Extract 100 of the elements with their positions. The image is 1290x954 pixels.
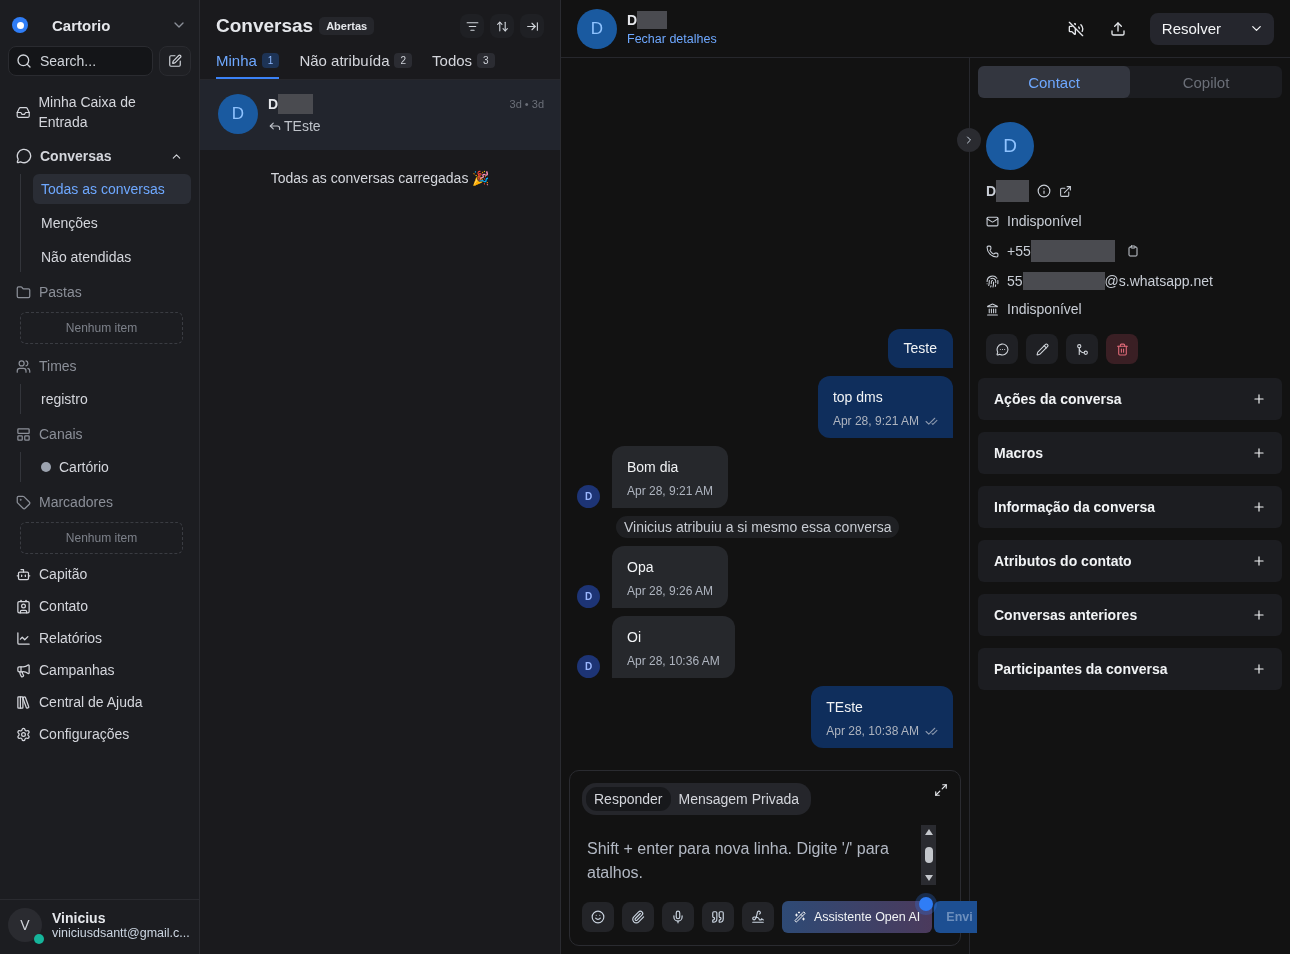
wand-icon [794, 911, 806, 923]
nav-link[interactable]: Minha Caixa de Entrada [8, 86, 191, 138]
identifier-suffix: @s.whatsapp.net [1104, 273, 1213, 289]
mute-icon [1067, 20, 1084, 37]
contact-avatar: D [986, 122, 1034, 170]
conversation-item[interactable]: D D 3d • 3d TEste [200, 80, 560, 150]
nav-link[interactable]: Relatórios [8, 622, 191, 654]
mail-icon [986, 214, 999, 228]
account-name: Cartorio [52, 16, 112, 34]
contact-company: Indisponível [1007, 301, 1082, 317]
contact-phone: +55 [1007, 243, 1031, 259]
nav-icon [16, 598, 31, 614]
expand-icon [934, 783, 948, 797]
redaction-block [278, 94, 314, 114]
accordion-header[interactable]: Ações da conversa [978, 378, 1282, 420]
close-details-link[interactable]: Fechar detalhes [627, 31, 717, 46]
panel-toggle-button[interactable] [957, 128, 981, 152]
tab-count: 3 [477, 53, 495, 68]
outgoing-message: TEste Apr 28, 10:38 AM [811, 686, 953, 748]
nav-subitem[interactable]: Não atendidas [33, 242, 191, 272]
filter-icon [465, 19, 479, 33]
filter-tab[interactable]: Não atribuída 2 [299, 46, 413, 79]
trash-icon [1115, 342, 1129, 356]
accordion-header[interactable]: Atributos do contato [978, 540, 1282, 582]
pencil-square-icon [168, 54, 182, 68]
identifier-icon [986, 274, 999, 288]
nav-section[interactable]: Marcadores [8, 484, 191, 520]
quote-icon [711, 910, 725, 924]
activity-message: Vinicius atribuiu a si mesmo essa conversa [616, 516, 900, 538]
nav-icon [16, 426, 31, 442]
accordion-header[interactable]: Participantes da conversa [978, 648, 1282, 690]
scrollbar-thumb[interactable] [924, 847, 933, 863]
assistant-button[interactable]: Assistente Open AI [782, 901, 933, 933]
edit-button[interactable] [1026, 334, 1058, 364]
user-avatar: V [8, 908, 42, 942]
chat-bubble-icon [995, 342, 1009, 356]
resolve-button[interactable]: Resolver [1149, 12, 1274, 45]
list-title: Conversas [216, 15, 314, 37]
filter-tab[interactable]: Todos 3 [432, 46, 495, 79]
smiley-icon [591, 910, 605, 924]
nav-icon [16, 566, 31, 582]
contact-name: D [627, 11, 638, 28]
user-email: viniciusdsantt@gmail.c... [52, 926, 190, 940]
incoming-message: Bom dia Apr 28, 9:21 AM [612, 446, 729, 508]
toolbar-button[interactable] [662, 902, 694, 932]
sort-icon [495, 19, 509, 33]
nav-subitem[interactable]: registro [33, 384, 191, 414]
toolbar-button[interactable] [622, 902, 654, 932]
accordion-header[interactable]: Conversas anteriores [978, 594, 1282, 636]
phone-icon [986, 244, 999, 258]
empty-note: Nenhum item [65, 321, 138, 335]
paperclip-icon [631, 910, 645, 924]
user-name: Vinicius [52, 910, 107, 926]
nav-link[interactable]: Central de Ajuda [8, 686, 191, 718]
merge-button[interactable] [1066, 334, 1098, 364]
panel-tab[interactable]: Contact [978, 66, 1130, 98]
composer-tab[interactable]: Mensagem Privada [670, 787, 808, 811]
nav-section[interactable]: Pastas [8, 274, 191, 310]
composer-tab[interactable]: Responder [586, 787, 671, 811]
new-message-button[interactable] [986, 334, 1018, 364]
collapse-button[interactable] [520, 14, 544, 38]
chat-bubble-icon [16, 148, 32, 164]
info-icon [1037, 184, 1052, 198]
microphone-icon [671, 910, 685, 924]
delete-button[interactable] [1106, 334, 1138, 364]
sort-button[interactable] [490, 14, 514, 38]
filter-button[interactable] [460, 14, 484, 38]
app-logo [12, 17, 28, 33]
nav-subitem[interactable]: Todas as conversas [33, 174, 191, 204]
nav-subitem[interactable]: Cartório [33, 452, 191, 482]
scroll-down-arrow-icon[interactable] [924, 875, 933, 881]
nav-icon [16, 104, 31, 120]
nav-section[interactable]: Canais [8, 416, 191, 452]
nav-icon [16, 284, 31, 300]
conversation-time: 3d • 3d [509, 98, 544, 110]
toolbar-button[interactable] [702, 902, 734, 932]
nav-link[interactable]: Contato [8, 590, 191, 622]
signature-icon [751, 910, 765, 924]
reply-icon [268, 119, 282, 133]
accordion-header[interactable]: Informação da conversa [978, 486, 1282, 528]
redaction-block [996, 180, 1030, 202]
nav-link[interactable]: Conversas [8, 138, 191, 174]
nav-link[interactable]: Campanhas [8, 654, 191, 686]
incoming-message: Oi Apr 28, 10:36 AM [612, 616, 735, 678]
nav-section[interactable]: Times [8, 348, 191, 384]
contact-name: D [268, 96, 279, 112]
nav-link[interactable]: Capitão [8, 558, 191, 590]
floating-dot-icon [919, 897, 933, 911]
nav-icon [16, 662, 31, 678]
nav-link[interactable]: Configurações [8, 718, 191, 750]
nav-subitem[interactable]: Menções [33, 208, 191, 238]
search-field[interactable]: Search... [8, 46, 153, 76]
toolbar-button[interactable] [742, 902, 774, 932]
message-input[interactable]: Shift + enter para nova linha. Digite '/' para atalhos. [582, 837, 912, 893]
compose-button[interactable] [159, 46, 191, 76]
accordion-header[interactable]: Macros [978, 432, 1282, 474]
scroll-up-arrow-icon[interactable] [924, 829, 933, 835]
contact-email: Indisponível [1007, 213, 1082, 229]
toolbar-button[interactable] [582, 902, 614, 932]
merge-icon [1075, 342, 1089, 356]
